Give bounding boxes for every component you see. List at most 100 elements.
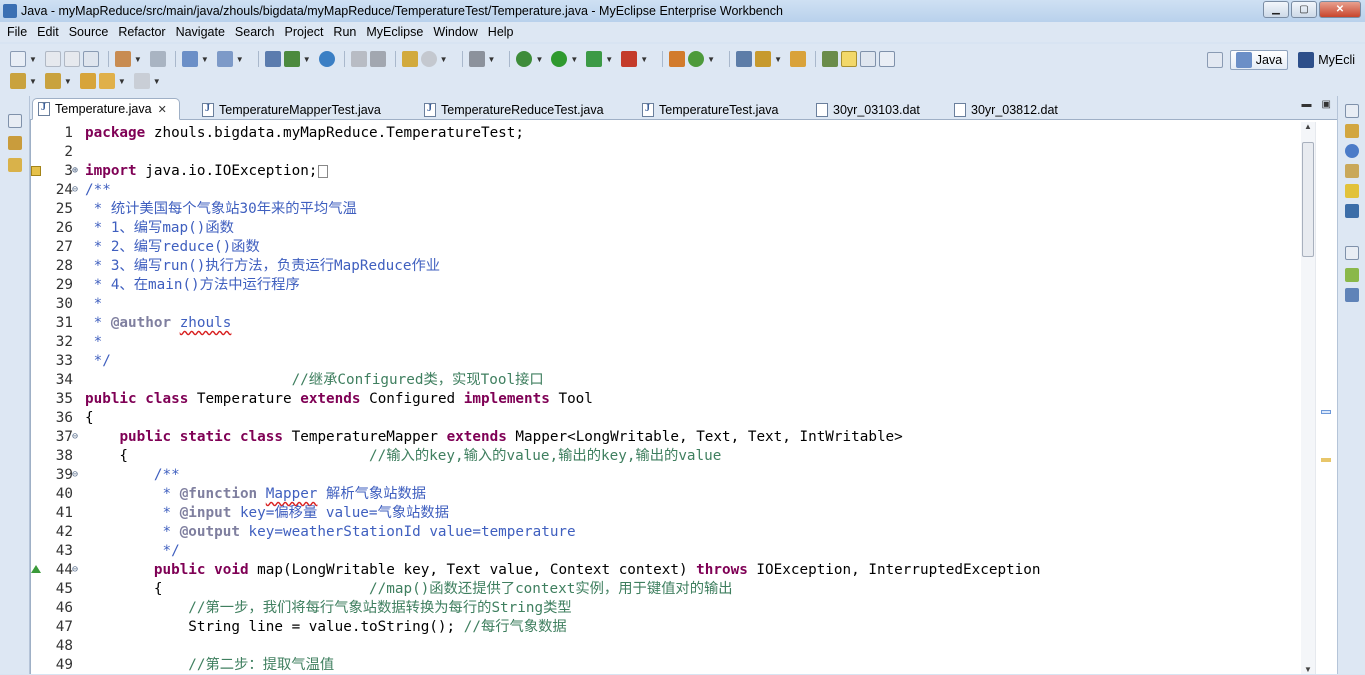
toggle-breadcrumb-icon[interactable] (821, 51, 838, 67)
next-annotation-icon[interactable] (10, 73, 26, 89)
server-dropdown-icon[interactable]: ▼ (303, 55, 311, 64)
open-perspective-icon[interactable] (1206, 52, 1223, 68)
web-icon[interactable] (420, 51, 437, 67)
new-project-dropdown-icon[interactable]: ▼ (134, 55, 142, 64)
folded-imports-box[interactable] (318, 164, 329, 178)
external-tools-dropdown-icon[interactable]: ▼ (640, 55, 648, 64)
code-line[interactable]: 39 ⊖ /** (56, 466, 1301, 485)
tab-temperature-java[interactable]: Temperature.java ✕ (32, 98, 180, 120)
new-project-icon[interactable] (114, 51, 131, 67)
code-line[interactable]: 48 (56, 637, 1301, 656)
java-perspective-button[interactable]: Java (1229, 50, 1289, 70)
save-all-icon[interactable] (63, 51, 80, 67)
menu-run[interactable]: Run (329, 25, 360, 39)
code-line[interactable]: 30 * (56, 295, 1301, 314)
override-marker-icon[interactable] (31, 565, 41, 573)
hierarchy-icon[interactable] (8, 158, 22, 172)
problems-icon[interactable] (1345, 124, 1359, 138)
close-button[interactable]: ✕ (1319, 1, 1361, 18)
block-selection-icon[interactable] (859, 51, 876, 67)
new-java-project-icon[interactable] (669, 51, 686, 67)
code-line[interactable]: 47 String line = value.toString(); //每行气… (56, 618, 1301, 637)
save-icon[interactable] (44, 51, 61, 67)
open-console-icon[interactable] (149, 51, 166, 67)
warning-marker-icon[interactable] (31, 166, 41, 176)
collapse-fold-icon[interactable]: ⊖ (72, 470, 78, 480)
next-annotation-dropdown-icon[interactable]: ▼ (29, 77, 37, 86)
code-line[interactable]: 34 //继承Configured类，实现Tool接口 (56, 371, 1301, 390)
previous-annotation-dropdown-icon[interactable]: ▼ (64, 77, 72, 86)
restore-view-icon[interactable] (1345, 246, 1359, 260)
code-line[interactable]: 49 //第二步：提取气温值 (56, 656, 1301, 675)
menu-edit[interactable]: Edit (33, 25, 63, 39)
last-edit-location-icon[interactable] (79, 73, 96, 89)
highlight-icon[interactable] (840, 51, 857, 67)
vertical-scrollbar[interactable]: ▲ ▼ (1301, 122, 1315, 674)
code-line[interactable]: 36 { (56, 409, 1301, 428)
code-line[interactable]: 35 public class Temperature extends Confi… (56, 390, 1301, 409)
code-line[interactable]: 46 //第一步，我们将每行气象站数据转换为每行的String类型 (56, 599, 1301, 618)
javadoc-icon[interactable] (1345, 144, 1359, 158)
minimize-button[interactable]: ▁ (1263, 1, 1289, 18)
tab-temperaturereducetest-java[interactable]: TemperatureReduceTest.java (418, 98, 628, 120)
collapse-fold-icon[interactable]: ⊖ (72, 432, 78, 442)
type-hierarchy-icon[interactable] (1345, 288, 1359, 302)
open-type-dropdown-icon[interactable]: ▼ (201, 55, 209, 64)
code-line[interactable]: 31 * @author zhouls (56, 314, 1301, 333)
code-line[interactable]: 24 ⊖ /** (56, 181, 1301, 200)
search-dropdown-icon[interactable]: ▼ (236, 55, 244, 64)
tab-temperaturetest-java[interactable]: TemperatureTest.java (636, 98, 806, 120)
console-icon[interactable] (1345, 204, 1359, 218)
code-line[interactable]: 42 * @output key=weatherStationId value=… (56, 523, 1301, 542)
mark-occurrences-dropdown-icon[interactable]: ▼ (774, 55, 782, 64)
code-line[interactable]: 33 */ (56, 352, 1301, 371)
browser-icon[interactable] (318, 51, 335, 67)
mark-occurrences-icon[interactable] (755, 51, 772, 67)
code-line[interactable]: 41 * @input key=偏移量 value=气象站数据 (56, 504, 1301, 523)
web-dropdown-icon[interactable]: ▼ (440, 55, 448, 64)
menu-help[interactable]: Help (484, 25, 518, 39)
collapse-fold-icon[interactable]: ⊖ (72, 185, 78, 195)
occurrence-marker[interactable] (1321, 410, 1331, 414)
collapse-fold-icon[interactable]: ⊖ (72, 565, 78, 575)
minimize-editor-icon[interactable]: ▬ (1302, 99, 1312, 110)
restore-view-icon[interactable] (8, 114, 22, 128)
code-line[interactable]: 40 * @function Mapper 解析气象站数据 (56, 485, 1301, 504)
deploy-icon[interactable] (264, 51, 281, 67)
tab-temperaturemappertest-java[interactable]: TemperatureMapperTest.java (196, 98, 406, 120)
menu-source[interactable]: Source (65, 25, 113, 39)
new-icon[interactable] (10, 51, 26, 67)
maximize-editor-icon[interactable]: ▣ (1322, 99, 1331, 110)
menu-navigate[interactable]: Navigate (172, 25, 229, 39)
cut-icon[interactable] (350, 51, 367, 67)
close-tab-icon[interactable]: ✕ (158, 103, 167, 116)
external-tools-icon[interactable] (621, 51, 638, 67)
code-line[interactable]: 44 ⊖ public void map(LongWritable key, Te… (31, 561, 1301, 580)
menu-file[interactable]: File (3, 25, 31, 39)
code-area[interactable]: 1 package zhouls.bigdata.myMapReduce.Temp… (31, 124, 1301, 675)
code-line[interactable]: 29 * 4、在main()方法中运行程序 (56, 276, 1301, 295)
run-dropdown-icon[interactable]: ▼ (570, 55, 578, 64)
code-line[interactable]: 37 ⊖ public static class TemperatureMappe… (56, 428, 1301, 447)
back-icon[interactable] (98, 73, 115, 89)
code-line[interactable]: 45 { //map()函数还提供了context实例，用于键值对的输出 (56, 580, 1301, 599)
code-line[interactable]: 1 package zhouls.bigdata.myMapReduce.Temp… (64, 124, 1301, 143)
server-icon[interactable] (283, 51, 300, 67)
previous-annotation-icon[interactable] (44, 73, 61, 89)
code-line[interactable]: 38 { //输入的key,输入的value,输出的key,输出的value (56, 447, 1301, 466)
debug-dropdown-icon[interactable]: ▼ (535, 55, 543, 64)
code-line[interactable]: 27 * 2、编写reduce()函数 (56, 238, 1301, 257)
new-class-icon[interactable] (688, 51, 705, 67)
menu-myeclipse[interactable]: MyEclipse (362, 25, 427, 39)
code-line[interactable]: 28 * 3、编写run()执行方法，负责运行MapReduce作业 (56, 257, 1301, 276)
declaration-icon[interactable] (1345, 164, 1359, 178)
uml-icon[interactable] (401, 51, 418, 67)
code-line[interactable]: 2 (64, 143, 1301, 162)
search-icon[interactable] (216, 51, 233, 67)
menu-refactor[interactable]: Refactor (114, 25, 169, 39)
menu-project[interactable]: Project (281, 25, 328, 39)
show-whitespace-icon[interactable] (878, 51, 895, 67)
screenshot-icon[interactable] (468, 51, 485, 67)
run-icon[interactable] (551, 51, 568, 67)
expand-fold-icon[interactable]: ⊕ (72, 166, 78, 176)
